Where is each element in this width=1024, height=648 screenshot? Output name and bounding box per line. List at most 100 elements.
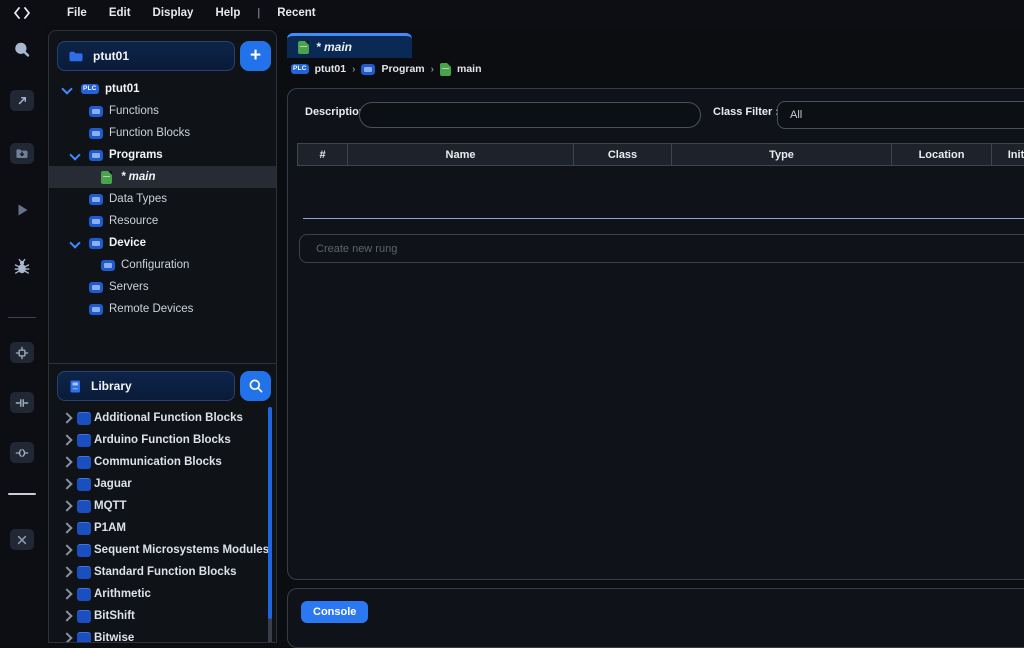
library-scrollbar[interactable] [268, 407, 272, 643]
breadcrumb-main[interactable]: main [457, 63, 482, 75]
chevron-right-icon[interactable] [61, 434, 72, 445]
library-block-icon [77, 412, 91, 425]
close-icon[interactable] [10, 529, 34, 550]
hardware-chip-icon[interactable] [10, 342, 34, 363]
tree-item-programs[interactable]: Programs [49, 144, 276, 166]
tab-label: * main [316, 40, 352, 54]
debug-icon[interactable] [10, 256, 34, 278]
class-filter-label: Class Filter : [713, 106, 779, 118]
resource-icon [89, 216, 103, 227]
ladder-contact-icon[interactable] [10, 392, 34, 413]
project-library-panel: ptut01 + PLCptut01FunctionsFunction Bloc… [48, 30, 277, 643]
menu-bar: FileEditDisplayHelp|Recent [0, 0, 1024, 26]
column-header-class[interactable]: Class [574, 144, 672, 165]
deploy-icon[interactable] [10, 90, 34, 111]
tree-item-main[interactable]: * main [49, 166, 276, 188]
library-item-arduino-function-blocks[interactable]: Arduino Function Blocks [49, 429, 276, 451]
column-header-name[interactable]: Name [348, 144, 574, 165]
library-item-additional-function-blocks[interactable]: Additional Function Blocks [49, 407, 276, 429]
pou-doc-icon [101, 171, 112, 184]
code-icon[interactable] [14, 7, 30, 19]
editor-panel: Description : Class Filter : All #NameCl… [287, 88, 1024, 580]
library-block-icon [77, 632, 91, 643]
insert-indicator-line [303, 218, 1024, 219]
column-header-init[interactable]: Init [992, 144, 1024, 165]
library-item-label: P1AM [94, 522, 126, 534]
library-item-sequent-microsystems-modules[interactable]: Sequent Microsystems Modules [49, 539, 276, 561]
column-header-type[interactable]: Type [672, 144, 892, 165]
breadcrumb-program[interactable]: Program [381, 63, 424, 75]
programs-icon [89, 150, 103, 161]
column-header-num[interactable]: # [298, 144, 348, 165]
library-search-button[interactable] [240, 371, 271, 401]
tree-item-data-types[interactable]: Data Types [49, 188, 276, 210]
breadcrumb-ptut01[interactable]: ptut01 [315, 63, 347, 75]
chevron-down-icon[interactable] [69, 237, 80, 248]
library-item-label: Additional Function Blocks [94, 412, 243, 424]
panel-divider [49, 363, 276, 364]
console-button[interactable]: Console [301, 601, 368, 623]
menu-display[interactable]: Display [142, 7, 205, 19]
tab-main[interactable]: * main [287, 33, 412, 58]
console-panel: Console [287, 588, 1024, 648]
library-item-communication-blocks[interactable]: Communication Blocks [49, 451, 276, 473]
run-icon[interactable] [10, 199, 34, 221]
chevron-right-icon[interactable] [61, 500, 72, 511]
tree-item-device[interactable]: Device [49, 232, 276, 254]
import-project-icon[interactable] [10, 143, 34, 164]
chevron-right-icon[interactable] [61, 412, 72, 423]
pou-doc-icon [298, 41, 309, 54]
library-item-mqtt[interactable]: MQTT [49, 495, 276, 517]
add-pou-button[interactable]: + [240, 41, 271, 71]
ladder-coil-icon[interactable] [10, 442, 34, 463]
chevron-down-icon[interactable] [61, 83, 72, 94]
description-input[interactable] [359, 102, 701, 128]
chevron-down-icon[interactable] [69, 149, 80, 160]
library-scrollbar-thumb[interactable] [268, 407, 272, 619]
library-item-standard-function-blocks[interactable]: Standard Function Blocks [49, 561, 276, 583]
library-item-arithmetic[interactable]: Arithmetic [49, 583, 276, 605]
tree-item-functions[interactable]: Functions [49, 100, 276, 122]
chevron-right-icon[interactable] [61, 588, 72, 599]
library-item-bitwise[interactable]: Bitwise [49, 627, 276, 643]
chevron-right-icon[interactable] [61, 522, 72, 533]
plc-badge-icon: PLC [81, 84, 99, 95]
chevron-right-icon[interactable] [61, 632, 72, 643]
tree-item-function-blocks[interactable]: Function Blocks [49, 122, 276, 144]
variables-table-header: #NameClassTypeLocationInit [297, 143, 1024, 166]
tree-item-ptut01[interactable]: PLCptut01 [49, 78, 276, 100]
tree-item-servers[interactable]: Servers [49, 276, 276, 298]
menu-edit[interactable]: Edit [98, 7, 142, 19]
class-filter-select[interactable]: All [777, 101, 1024, 129]
library-item-p1am[interactable]: P1AM [49, 517, 276, 539]
menu-file[interactable]: File [56, 7, 98, 19]
library-item-bitshift[interactable]: BitShift [49, 605, 276, 627]
tree-item-resource[interactable]: Resource [49, 210, 276, 232]
tree-item-label: Programs [109, 149, 163, 161]
library-item-jaguar[interactable]: Jaguar [49, 473, 276, 495]
column-header-location[interactable]: Location [892, 144, 992, 165]
tree-item-label: Device [109, 237, 146, 249]
chevron-right-icon[interactable] [61, 456, 72, 467]
chevron-right-icon[interactable] [61, 478, 72, 489]
activity-divider [8, 493, 36, 495]
tree-item-label: Configuration [121, 259, 189, 271]
create-rung-placeholder: Create new rung [316, 243, 397, 255]
chevron-right-icon[interactable] [61, 544, 72, 555]
menu-help[interactable]: Help [204, 7, 251, 19]
create-rung-input[interactable]: Create new rung [299, 234, 1024, 263]
tree-item-configuration[interactable]: Configuration [49, 254, 276, 276]
library-header[interactable]: Library [57, 371, 235, 401]
chevron-right-icon[interactable] [61, 566, 72, 577]
functions-icon [89, 106, 103, 117]
book-icon [68, 379, 82, 394]
chevron-right-icon[interactable] [61, 610, 72, 621]
library-item-label: Arithmetic [94, 588, 151, 600]
tree-item-remote-devices[interactable]: Remote Devices [49, 298, 276, 320]
search-icon[interactable] [10, 39, 34, 61]
project-header[interactable]: ptut01 [57, 41, 235, 71]
device-icon [89, 238, 103, 249]
tree-item-label: Resource [109, 215, 158, 227]
menu-recent[interactable]: Recent [266, 7, 326, 19]
library-item-label: Sequent Microsystems Modules [94, 544, 269, 556]
